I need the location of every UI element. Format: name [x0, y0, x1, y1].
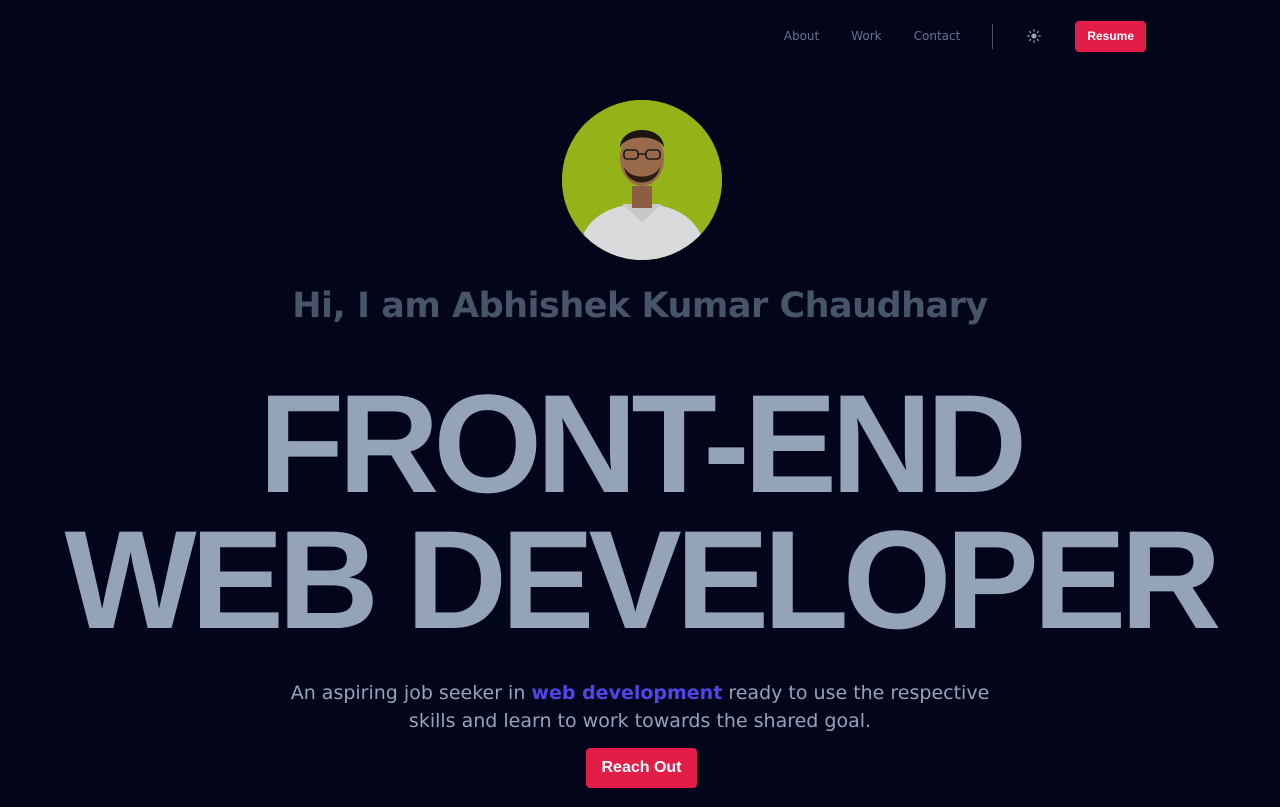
nav-link-contact[interactable]: Contact: [914, 29, 961, 43]
hero-tagline: An aspiring job seeker in web developmen…: [290, 679, 990, 735]
top-navigation: About Work Contact Resume: [784, 20, 1146, 52]
nav-divider: [992, 23, 994, 49]
reach-out-button[interactable]: Reach Out: [586, 748, 697, 788]
resume-button[interactable]: Resume: [1075, 20, 1146, 52]
sun-icon[interactable]: [1026, 28, 1042, 44]
hero-greeting: Hi, I am Abhishek Kumar Chaudhary: [292, 286, 988, 326]
avatar: [562, 100, 722, 260]
hero-title-line-1: FRONT-END: [258, 365, 1028, 522]
tagline-highlight: web development: [531, 682, 723, 704]
nav-link-work[interactable]: Work: [851, 29, 881, 43]
tagline-text-before: An aspiring job seeker in: [290, 682, 532, 704]
nav-link-about[interactable]: About: [784, 29, 819, 43]
hero-title-line-2: WEB DEVELOPER: [64, 501, 1221, 658]
